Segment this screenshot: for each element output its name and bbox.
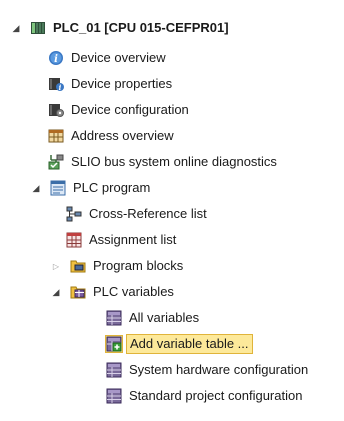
tree-item-label: Cross-Reference list [89,206,207,221]
tree-item-label: PLC program [73,180,151,195]
expanded-arrow-icon[interactable]: ◢ [30,182,42,194]
expanded-arrow-icon[interactable]: ◢ [50,286,62,298]
tree-item-label: Device properties [71,76,173,91]
variable-table-icon [106,362,122,378]
tree-item-assignment-list[interactable]: Assignment list [66,228,179,252]
tree-item-label: Assignment list [89,232,177,247]
folder-blocks-icon [70,258,86,274]
project-tree: ◢ PLC_01 [CPU 015-CEFPR01] i Device over… [0,0,344,421]
tree-item-system-hardware-configuration[interactable]: System hardware configuration [106,358,311,382]
tree-item-standard-project-configuration[interactable]: Standard project configuration [106,384,305,408]
tree-item-label: Address overview [71,128,174,143]
plc-program-icon [50,180,66,196]
tree-item-label: Program blocks [93,258,184,273]
tree-item-plc01[interactable]: ◢ PLC_01 [CPU 015-CEFPR01] [10,16,232,40]
variable-table-icon [106,310,122,326]
collapsed-arrow-icon[interactable]: ▷ [50,260,62,272]
address-overview-icon [48,128,64,144]
assignment-list-icon [66,232,82,248]
tree-item-plc-variables[interactable]: ◢ PLC variables [50,280,177,304]
tree-item-address-overview[interactable]: Address overview [48,124,177,148]
variable-table-icon [106,388,122,404]
add-table-icon [105,335,123,353]
plc-device-icon [30,20,46,36]
tree-item-add-variable-table[interactable]: Add variable table ... [105,332,253,356]
tree-item-label: Standard project configuration [129,388,303,403]
plc-variables-icon [70,284,86,300]
tree-item-device-overview[interactable]: i Device overview [48,46,169,70]
tree-item-all-variables[interactable]: All variables [106,306,202,330]
tree-item-label: System hardware configuration [129,362,309,377]
tree-item-cross-reference[interactable]: Cross-Reference list [66,202,210,226]
device-properties-icon: i [48,76,64,92]
tree-item-device-properties[interactable]: i Device properties [48,72,175,96]
svg-text:i: i [54,54,58,65]
expanded-arrow-icon[interactable]: ◢ [10,22,22,34]
tree-item-label: PLC_01 [CPU 015-CEFPR01] [53,20,229,35]
info-icon: i [48,50,64,66]
device-configuration-icon [48,102,64,118]
tree-item-label: Device configuration [71,102,189,117]
tree-item-label: Add variable table ... [126,334,253,354]
tree-item-program-blocks[interactable]: ▷ Program blocks [50,254,186,278]
tree-item-label: Device overview [71,50,166,65]
tree-item-label: All variables [129,310,200,325]
tree-item-label: PLC variables [93,284,174,299]
bus-diagnostics-icon [48,154,64,170]
cross-reference-icon [66,206,82,222]
tree-item-plc-program[interactable]: ◢ PLC program [30,176,153,200]
tree-item-device-configuration[interactable]: Device configuration [48,98,192,122]
svg-text:i: i [59,83,62,92]
tree-item-label: SLIO bus system online diagnostics [71,154,277,169]
tree-item-slio-diagnostics[interactable]: SLIO bus system online diagnostics [48,150,280,174]
